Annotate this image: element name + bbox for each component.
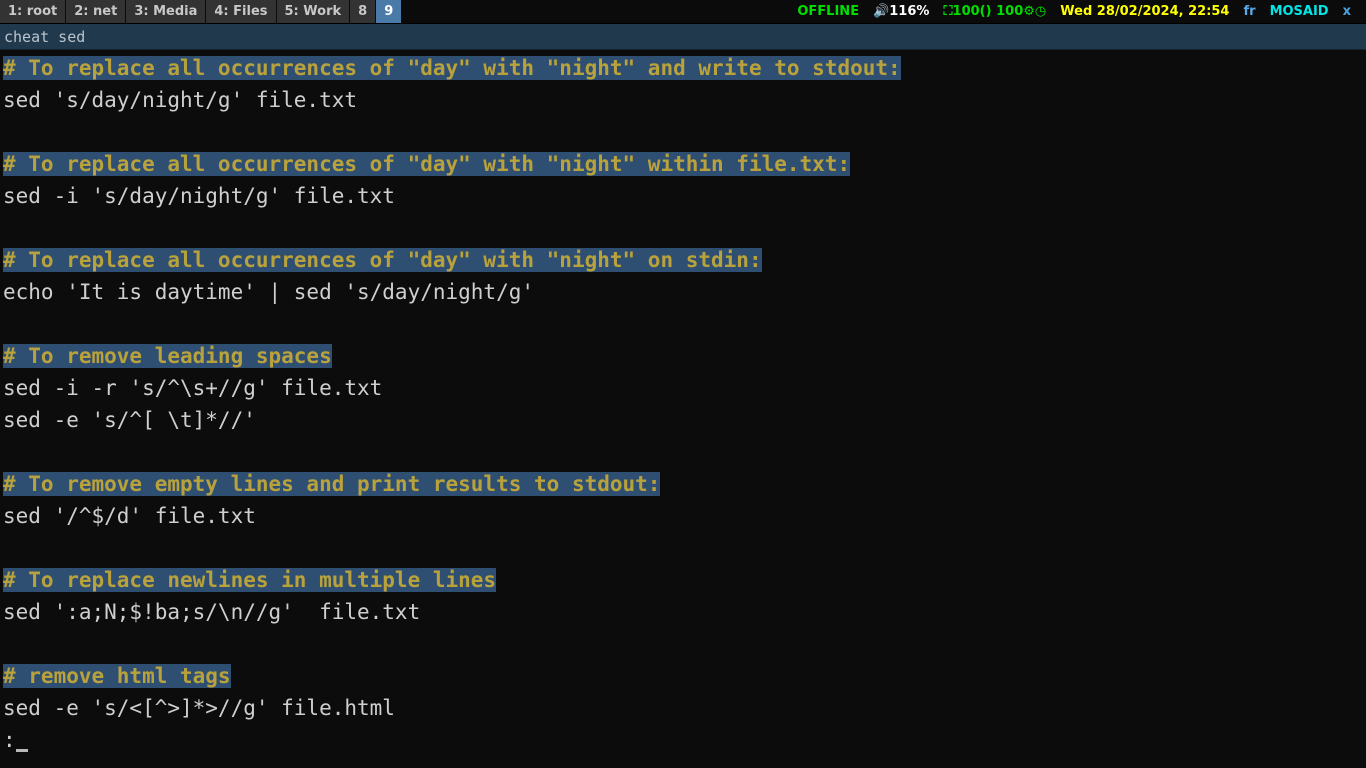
keyboard-layout-item[interactable]: fr [1236,4,1262,19]
workspace-button[interactable]: 1: root [0,0,66,23]
terminal-code-line: sed -i 's/day/night/g' file.txt [0,180,1366,212]
terminal-line-text: # remove html tags [3,664,231,688]
terminal-comment-line: # remove html tags [0,660,1366,692]
terminal-comment-line: # To replace newlines in multiple lines [0,564,1366,596]
status-bar-spacer [402,0,790,23]
terminal-line-text: echo 'It is daytime' | sed 's/day/night/… [3,280,535,304]
terminal-code-line: sed -i -r 's/^\s+//g' file.txt [0,372,1366,404]
workspace-button[interactable]: 3: Media [126,0,206,23]
volume-label: 116% [889,4,930,19]
terminal-line-text: # To remove empty lines and print result… [3,472,661,496]
volume-item[interactable]: 🔊 116% [866,4,936,19]
keyboard-layout-label: fr [1243,4,1256,19]
terminal-line-text: # To replace all occurrences of "day" wi… [3,248,762,272]
terminal-code-line: sed ':a;N;$!ba;s/\n//g' file.txt [0,596,1366,628]
workspace-list: 1: root 2: net 3: Media 4: Files 5: Work 8 9 [0,0,402,23]
battery-cpu-item: ⛶ 100() 100 ⚙ ◷ [936,4,1053,19]
cpu-label: 100 [996,4,1024,19]
terminal-line-text: sed ':a;N;$!ba;s/\n//g' file.txt [3,600,421,624]
hostname-item: MOSAID [1263,4,1336,19]
battery-label: 100() [952,4,992,19]
terminal-code-line: sed '/^$/d' file.txt [0,500,1366,532]
command-text: cheat sed [4,27,86,46]
workspace-label: 2: net [74,4,118,19]
workspace-label: 4: Files [214,4,268,19]
terminal-comment-line: # To remove leading spaces [0,340,1366,372]
status-bar-right: OFFLINE 🔊 116% ⛶ 100() 100 ⚙ ◷ Wed 28/02… [790,0,1366,23]
terminal-code-line: echo 'It is daytime' | sed 's/day/night/… [0,276,1366,308]
terminal-line-text: # To replace newlines in multiple lines [3,568,497,592]
terminal-comment-line: # To replace all occurrences of "day" wi… [0,244,1366,276]
workspace-label: 9 [384,4,394,19]
terminal-code-line: sed 's/day/night/g' file.txt [0,84,1366,116]
close-icon: x [1342,4,1351,19]
command-bar[interactable]: cheat sed [0,24,1366,50]
terminal-line-text: sed '/^$/d' file.txt [3,504,256,528]
workspace-label: 1: root [8,4,58,19]
terminal-line-text: # To remove leading spaces [3,344,332,368]
terminal-comment-line: # To replace all occurrences of "day" wi… [0,52,1366,84]
battery-full-icon: ⛶ [943,4,953,19]
gear-icon: ⚙ [1023,4,1035,19]
terminal-comment-line: # To remove empty lines and print result… [0,468,1366,500]
workspace-button[interactable]: 2: net [66,0,126,23]
terminal-line-text: : [3,728,16,752]
workspace-button[interactable]: 5: Work [276,0,350,23]
terminal-line-text: sed -i -r 's/^\s+//g' file.txt [3,376,383,400]
status-bar: 1: root 2: net 3: Media 4: Files 5: Work 8 9 O… [0,0,1366,24]
workspace-button[interactable]: 8 [350,0,376,23]
datetime-label: Wed 28/02/2024, 22:54 [1060,4,1230,19]
workspace-button[interactable]: 4: Files [206,0,276,23]
terminal-line-text: # To replace all occurrences of "day" wi… [3,56,901,80]
terminal-line-text: sed -i 's/day/night/g' file.txt [3,184,395,208]
clock-icon: ◷ [1034,4,1047,19]
network-status-item: OFFLINE [790,4,866,19]
terminal-line-text: # To replace all occurrences of "day" wi… [3,152,851,176]
terminal-comment-line: # To replace all occurrences of "day" wi… [0,148,1366,180]
workspace-label: 5: Work [284,4,342,19]
terminal-line-text: sed 's/day/night/g' file.txt [3,88,358,112]
workspace-button[interactable]: 9 [376,0,402,23]
terminal-output[interactable]: # To replace all occurrences of "day" wi… [0,50,1366,768]
terminal-line-text: sed -e 's/^[ \t]*//' [3,408,256,432]
close-button[interactable]: x [1336,4,1358,19]
terminal-prompt-line: : [0,724,1366,756]
workspace-label: 8 [358,4,368,19]
hostname-label: MOSAID [1269,4,1329,19]
workspace-label: 3: Media [134,4,198,19]
terminal-cursor [15,749,28,752]
terminal-line-text: sed -e 's/<[^>]*>//g' file.html [3,696,395,720]
network-status-label: OFFLINE [797,4,860,19]
terminal-code-line: sed -e 's/^[ \t]*//' [0,404,1366,436]
speaker-icon: 🔊 [873,4,890,19]
terminal-code-line: sed -e 's/<[^>]*>//g' file.html [0,692,1366,724]
datetime-item: Wed 28/02/2024, 22:54 [1053,4,1236,19]
